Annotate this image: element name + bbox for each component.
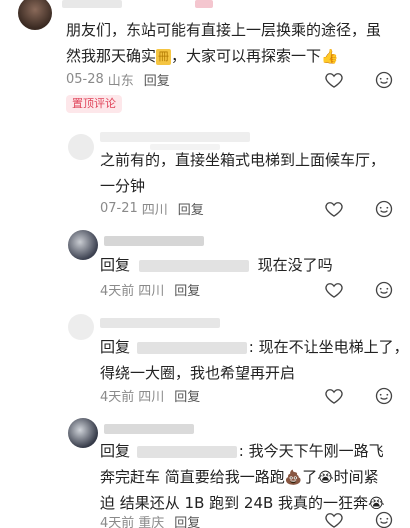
poop-emoji-icon: 💩 xyxy=(284,469,303,486)
comment-location: 四川 xyxy=(138,284,165,299)
comment-line-2: 一分钟 xyxy=(100,177,146,195)
heart-outline-icon[interactable] xyxy=(324,280,344,300)
reply-button[interactable]: 回复 xyxy=(174,512,200,528)
comment-location: 四川 xyxy=(138,390,165,405)
comment-bubble-icon[interactable] xyxy=(374,199,394,219)
username-redacted xyxy=(62,0,122,8)
avatar[interactable] xyxy=(68,314,94,340)
reply-prefix: 回复 xyxy=(100,256,131,274)
comment-1: 朋友们，东站可能有直接上一层换乘的途径，虽 然我那天确实冊，大家可以再探索一下👍… xyxy=(0,0,410,120)
mention-redacted xyxy=(136,341,247,354)
pinned-comment-badge: 置顶评论 xyxy=(66,95,122,113)
comment-line-2: 得绕一大圈，我也希望再开启 xyxy=(100,364,296,382)
stamp-emoji-icon: 冊 xyxy=(156,48,172,65)
heart-outline-icon[interactable] xyxy=(324,386,344,406)
comment-line-2: 奔完赶车 简直要给我一路跑💩了😭时间紧 xyxy=(100,464,384,490)
crying-face-emoji-icon: 😭 xyxy=(317,469,334,486)
reply-text-line-2b: 了 xyxy=(302,468,318,486)
comment-location: 重庆 xyxy=(138,516,165,528)
comment-bubble-icon[interactable] xyxy=(374,280,394,300)
comment-line-2-tail: ，大家可以再探索一下 xyxy=(171,47,322,65)
avatar[interactable] xyxy=(68,418,98,448)
reply-button[interactable]: 回复 xyxy=(174,280,200,299)
comment-bubble-icon[interactable] xyxy=(374,510,394,528)
mention-redacted xyxy=(136,445,237,458)
reply-text-line-2c: 时间紧 xyxy=(333,468,379,486)
comment-date: 05-28 xyxy=(66,72,104,87)
comment-date: 07-21 xyxy=(100,201,138,216)
reply-button[interactable]: 回复 xyxy=(144,70,170,89)
heart-outline-icon[interactable] xyxy=(324,70,344,90)
username-redacted xyxy=(100,318,220,328)
comment-line-2: 然我那天确实冊，大家可以再探索一下👍 xyxy=(66,43,381,69)
comment-text: 朋友们，东站可能有直接上一层换乘的途径，虽 然我那天确实冊，大家可以再探索一下👍 xyxy=(66,17,381,69)
reply-button[interactable]: 回复 xyxy=(174,386,200,405)
reply-prefix: 回复 xyxy=(100,442,131,460)
crying-face-emoji-icon: 😭 xyxy=(368,495,385,512)
reply-prefix: 回复 xyxy=(100,338,131,356)
avatar[interactable] xyxy=(18,0,52,30)
username-redacted xyxy=(104,236,204,246)
comment-line-1: 回复 : 现在不让坐电梯上了， xyxy=(100,334,409,360)
comment-3: 回复 现在没了吗 4天前 四川 回复 xyxy=(0,228,410,306)
avatar[interactable] xyxy=(68,230,98,260)
heart-outline-icon[interactable] xyxy=(324,510,344,528)
comment-meta: 4天前 重庆 回复 xyxy=(100,512,200,528)
comment-bubble-icon[interactable] xyxy=(374,386,394,406)
comment-meta: 05-28 山东 回复 xyxy=(66,70,170,89)
reply-text-line-1: : 现在不让坐电梯上了， xyxy=(248,338,409,356)
reply-text-line-1: : 我今天下午刚一路飞 xyxy=(238,442,384,460)
comment-meta: 07-21 四川 回复 xyxy=(100,199,204,218)
comment-date: 4天前 xyxy=(100,516,135,528)
comment-date: 4天前 xyxy=(100,390,135,405)
comment-date: 4天前 xyxy=(100,284,135,299)
comment-text: 回复 : 现在不让坐电梯上了， 得绕一大圈，我也希望再开启 xyxy=(100,334,409,386)
comment-line-1: 朋友们，东站可能有直接上一层换乘的途径，虽 xyxy=(66,21,382,39)
avatar[interactable] xyxy=(68,134,94,160)
comment-meta: 4天前 四川 回复 xyxy=(100,280,200,299)
comment-meta: 4天前 四川 回复 xyxy=(100,386,200,405)
thumbs-up-emoji-icon: 👍 xyxy=(321,48,339,65)
comment-text: 回复 现在没了吗 xyxy=(100,252,333,278)
comment-text: 回复 : 我今天下午刚一路飞 奔完赶车 简直要给我一路跑💩了😭时间紧 迫 结果还… xyxy=(100,438,384,516)
comment-4: 回复 : 现在不让坐电梯上了， 得绕一大圈，我也希望再开启 4天前 四川 回复 xyxy=(0,310,410,410)
comment-bubble-icon[interactable] xyxy=(374,70,394,90)
comment-5: 回复 : 我今天下午刚一路飞 奔完赶车 简直要给我一路跑💩了😭时间紧 迫 结果还… xyxy=(0,414,410,528)
comment-location: 山东 xyxy=(107,74,134,89)
mention-redacted xyxy=(138,259,249,272)
username-redacted-accent xyxy=(195,0,213,8)
comment-line-1: 回复 : 我今天下午刚一路飞 xyxy=(100,438,384,464)
reply-text-line-2: 奔完赶车 简直要给我一路跑 xyxy=(100,468,285,486)
username-redacted xyxy=(104,424,194,434)
comment-line-2-text: 然我那天确实 xyxy=(66,47,157,65)
comment-location: 四川 xyxy=(141,203,168,218)
heart-outline-icon[interactable] xyxy=(324,199,344,219)
username-redacted xyxy=(100,132,250,142)
comment-line-1: 之前有的，直接坐箱式电梯到上面候车厅， xyxy=(100,151,386,169)
comment-2: 之前有的，直接坐箱式电梯到上面候车厅， 一分钟 07-21 四川 回复 xyxy=(0,124,410,224)
reply-text: 现在没了吗 xyxy=(257,256,333,274)
reply-button[interactable]: 回复 xyxy=(178,199,204,218)
comment-text: 之前有的，直接坐箱式电梯到上面候车厅， 一分钟 xyxy=(100,147,385,199)
